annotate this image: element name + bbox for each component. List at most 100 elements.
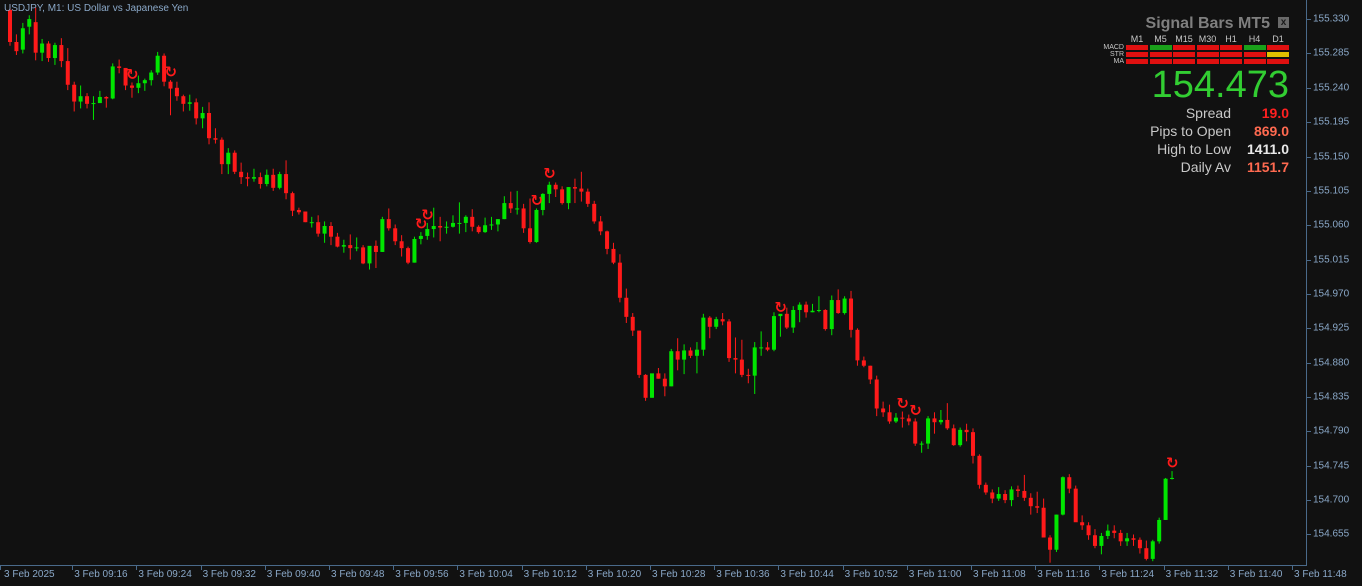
candle [714, 316, 719, 330]
candle [797, 302, 802, 323]
candle [1092, 529, 1097, 549]
timeframe-label-m30[interactable]: M30 [1196, 34, 1220, 44]
candle [1009, 486, 1014, 507]
time-tick-label: 3 Feb 11:16 [1037, 569, 1090, 580]
candle-body [1105, 530, 1110, 536]
timeframe-label-m1[interactable]: M1 [1125, 34, 1149, 44]
candle [1028, 493, 1033, 515]
stat-label: Spread [1185, 105, 1231, 121]
candle-body [399, 241, 404, 249]
timeframe-label-h4[interactable]: H4 [1243, 34, 1267, 44]
candle [59, 38, 64, 68]
price-axis[interactable]: 155.330 155.285 155.240 155.195 155.150 155.1… [1307, 0, 1362, 566]
candle-body [900, 417, 905, 419]
candle-body [913, 421, 918, 444]
candle [508, 191, 513, 214]
candle [964, 423, 969, 442]
candle [804, 301, 809, 318]
candle-body [8, 9, 12, 42]
candle-body [662, 378, 667, 387]
candle [20, 22, 25, 54]
price-tick-label: 155.060 [1313, 219, 1350, 231]
candle [194, 98, 199, 125]
candle [226, 148, 231, 175]
candle [251, 168, 256, 182]
price-tick-mark [1307, 225, 1311, 227]
candle-body [996, 493, 1001, 499]
candle-body [91, 103, 96, 105]
candle-body [682, 350, 687, 360]
timeframe-label-m15[interactable]: M15 [1172, 34, 1196, 44]
candle [438, 216, 443, 242]
candle [752, 342, 757, 394]
price-tick-label: 154.790 [1313, 425, 1350, 437]
candle [1163, 477, 1168, 520]
candle [900, 411, 905, 428]
candle-body [20, 28, 25, 50]
candle-body [489, 224, 494, 226]
candle [1112, 525, 1117, 539]
candle-body [251, 177, 256, 179]
price-tick-mark [1307, 534, 1311, 536]
candle-body [200, 113, 205, 119]
candle-body [1170, 477, 1175, 479]
timeframe-label-m5[interactable]: M5 [1149, 34, 1173, 44]
sell-signal-arrow-icon: ↻ [126, 65, 139, 83]
time-tick-mark [72, 566, 74, 570]
candle [380, 216, 385, 252]
candle [662, 373, 667, 397]
price-tick-mark [1307, 156, 1311, 158]
candle-body [335, 236, 340, 247]
candle-body [714, 319, 719, 327]
candle-body [893, 417, 898, 422]
candle-body [592, 203, 597, 222]
timeframe-label-h1[interactable]: H1 [1219, 34, 1243, 44]
candle [1067, 474, 1072, 494]
timeframe-label-d1[interactable]: D1 [1266, 34, 1290, 44]
price-tick-label: 154.835 [1313, 391, 1350, 403]
candle-body [450, 222, 455, 227]
candle-body [354, 247, 359, 249]
candle-body [1028, 497, 1033, 507]
candle [373, 240, 378, 268]
candle [406, 246, 411, 265]
candle [258, 172, 263, 189]
candle-body [1125, 538, 1130, 542]
candle-body [495, 219, 500, 225]
candle-body [168, 81, 173, 89]
candle [547, 181, 552, 204]
time-tick-mark [1292, 566, 1293, 570]
candle [971, 428, 975, 464]
candle-body [444, 226, 449, 228]
candle [983, 482, 988, 495]
time-axis[interactable]: 3 Feb 2025 3 Feb 09:16 3 Feb 09:24 3 Feb 09… [0, 566, 1347, 586]
candle-body [508, 203, 513, 209]
sell-signal-arrow-icon: ↻ [896, 395, 909, 413]
candle-body [874, 379, 879, 409]
close-icon[interactable]: x [1278, 17, 1289, 28]
candle-body [239, 171, 244, 178]
candle [1086, 522, 1091, 540]
candle [534, 208, 539, 243]
candle [322, 221, 327, 243]
time-tick-label: 3 Feb 10:20 [587, 569, 642, 580]
price-tick-mark [1307, 500, 1311, 502]
candle-body [1112, 530, 1117, 533]
price-tick-mark [1307, 190, 1311, 192]
candle-body [1137, 539, 1142, 549]
candle-body [566, 187, 571, 204]
candle-body [463, 216, 468, 223]
candle [142, 78, 147, 91]
time-tick-mark [585, 566, 587, 570]
candle [1080, 515, 1085, 530]
price-tick-mark [1307, 87, 1311, 89]
signal-bars-panel[interactable]: Signal Bars MT5 x M1 M5 M15 M30 H1 H4 D1 MACD S… [1092, 12, 1292, 182]
candle [682, 344, 687, 375]
candle [617, 254, 622, 303]
candle [168, 80, 173, 116]
price-tick-label: 155.330 [1313, 13, 1350, 25]
candle [502, 196, 507, 220]
candle-body [733, 358, 738, 360]
candle-body [1035, 506, 1040, 508]
candle [348, 234, 353, 260]
